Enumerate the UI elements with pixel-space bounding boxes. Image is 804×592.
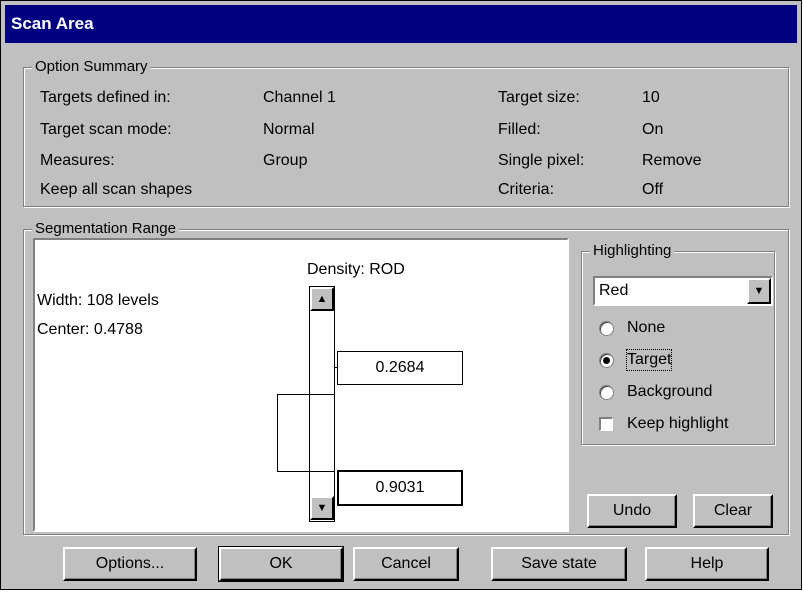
- radio-background-label: Background: [627, 383, 713, 400]
- highlighting-legend: Highlighting: [590, 241, 675, 261]
- summary-label-target-size: Target size:: [498, 89, 580, 106]
- scan-area-dialog: Scan Area Option Summary Targets defined…: [0, 0, 802, 590]
- help-button[interactable]: Help: [645, 547, 769, 581]
- summary-value-criteria: Off: [642, 181, 664, 198]
- save-state-button[interactable]: Save state: [491, 547, 627, 581]
- triangle-up-icon: ▲: [316, 292, 328, 305]
- range-bracket[interactable]: [277, 394, 335, 472]
- radio-none-circle[interactable]: [599, 321, 614, 336]
- title-bar[interactable]: Scan Area: [5, 5, 797, 43]
- summary-label-keep-shapes: Keep all scan shapes: [40, 181, 193, 198]
- summary-value-scan-mode: Normal: [263, 121, 315, 138]
- summary-value-measures: Group: [263, 152, 308, 169]
- lower-threshold-value[interactable]: 0.9031: [337, 470, 463, 506]
- segmentation-plot[interactable]: Density: ROD Width: 108 levels Center: 0…: [33, 238, 569, 532]
- keep-highlight-checkbox[interactable]: Keep highlight: [597, 413, 767, 435]
- radio-target-circle[interactable]: [599, 353, 614, 368]
- undo-button[interactable]: Undo: [587, 494, 677, 528]
- keep-highlight-box[interactable]: [599, 417, 613, 431]
- summary-label-measures: Measures:: [40, 152, 115, 169]
- summary-value-single-pixel: Remove: [642, 152, 702, 169]
- cancel-button[interactable]: Cancel: [353, 547, 459, 581]
- summary-value-targets-defined: Channel 1: [263, 89, 336, 106]
- highlight-color-select[interactable]: Red ▼: [593, 276, 773, 306]
- segmentation-range-legend: Segmentation Range: [32, 219, 179, 239]
- radio-target-label: Target: [625, 349, 673, 371]
- upper-threshold-value[interactable]: 0.2684: [337, 351, 463, 385]
- radio-selected-dot: [603, 357, 610, 364]
- center-label: Center: 0.4788: [37, 321, 143, 338]
- summary-label-criteria: Criteria:: [498, 181, 555, 198]
- density-label: Density: ROD: [307, 261, 405, 278]
- clear-button[interactable]: Clear: [693, 494, 773, 528]
- triangle-down-icon: ▼: [316, 501, 328, 514]
- radio-none-label: None: [627, 319, 666, 336]
- highlight-color-value: Red: [599, 282, 629, 299]
- options-button[interactable]: Options...: [63, 547, 197, 581]
- option-summary-legend: Option Summary: [32, 57, 151, 77]
- chevron-down-icon: ▼: [753, 284, 765, 297]
- radio-none[interactable]: None: [597, 317, 757, 339]
- range-scroll-up-button[interactable]: ▲: [310, 287, 334, 311]
- ok-button[interactable]: OK: [218, 546, 344, 582]
- keep-highlight-label: Keep highlight: [627, 415, 729, 432]
- summary-value-filled: On: [642, 121, 664, 138]
- radio-background-circle[interactable]: [599, 385, 614, 400]
- option-summary-group: Option Summary Targets defined in: Chann…: [23, 57, 789, 207]
- range-scroll-down-button[interactable]: ▼: [310, 496, 334, 520]
- dropdown-button[interactable]: ▼: [747, 278, 771, 304]
- window-title: Scan Area: [11, 14, 94, 33]
- radio-background[interactable]: Background: [597, 381, 767, 403]
- summary-label-scan-mode: Target scan mode:: [40, 121, 172, 138]
- summary-label-targets-defined: Targets defined in:: [40, 89, 171, 106]
- summary-value-target-size: 10: [642, 89, 660, 106]
- width-label: Width: 108 levels: [37, 292, 159, 309]
- summary-label-filled: Filled:: [498, 121, 541, 138]
- radio-target[interactable]: Target: [597, 349, 757, 371]
- summary-label-single-pixel: Single pixel:: [498, 152, 585, 169]
